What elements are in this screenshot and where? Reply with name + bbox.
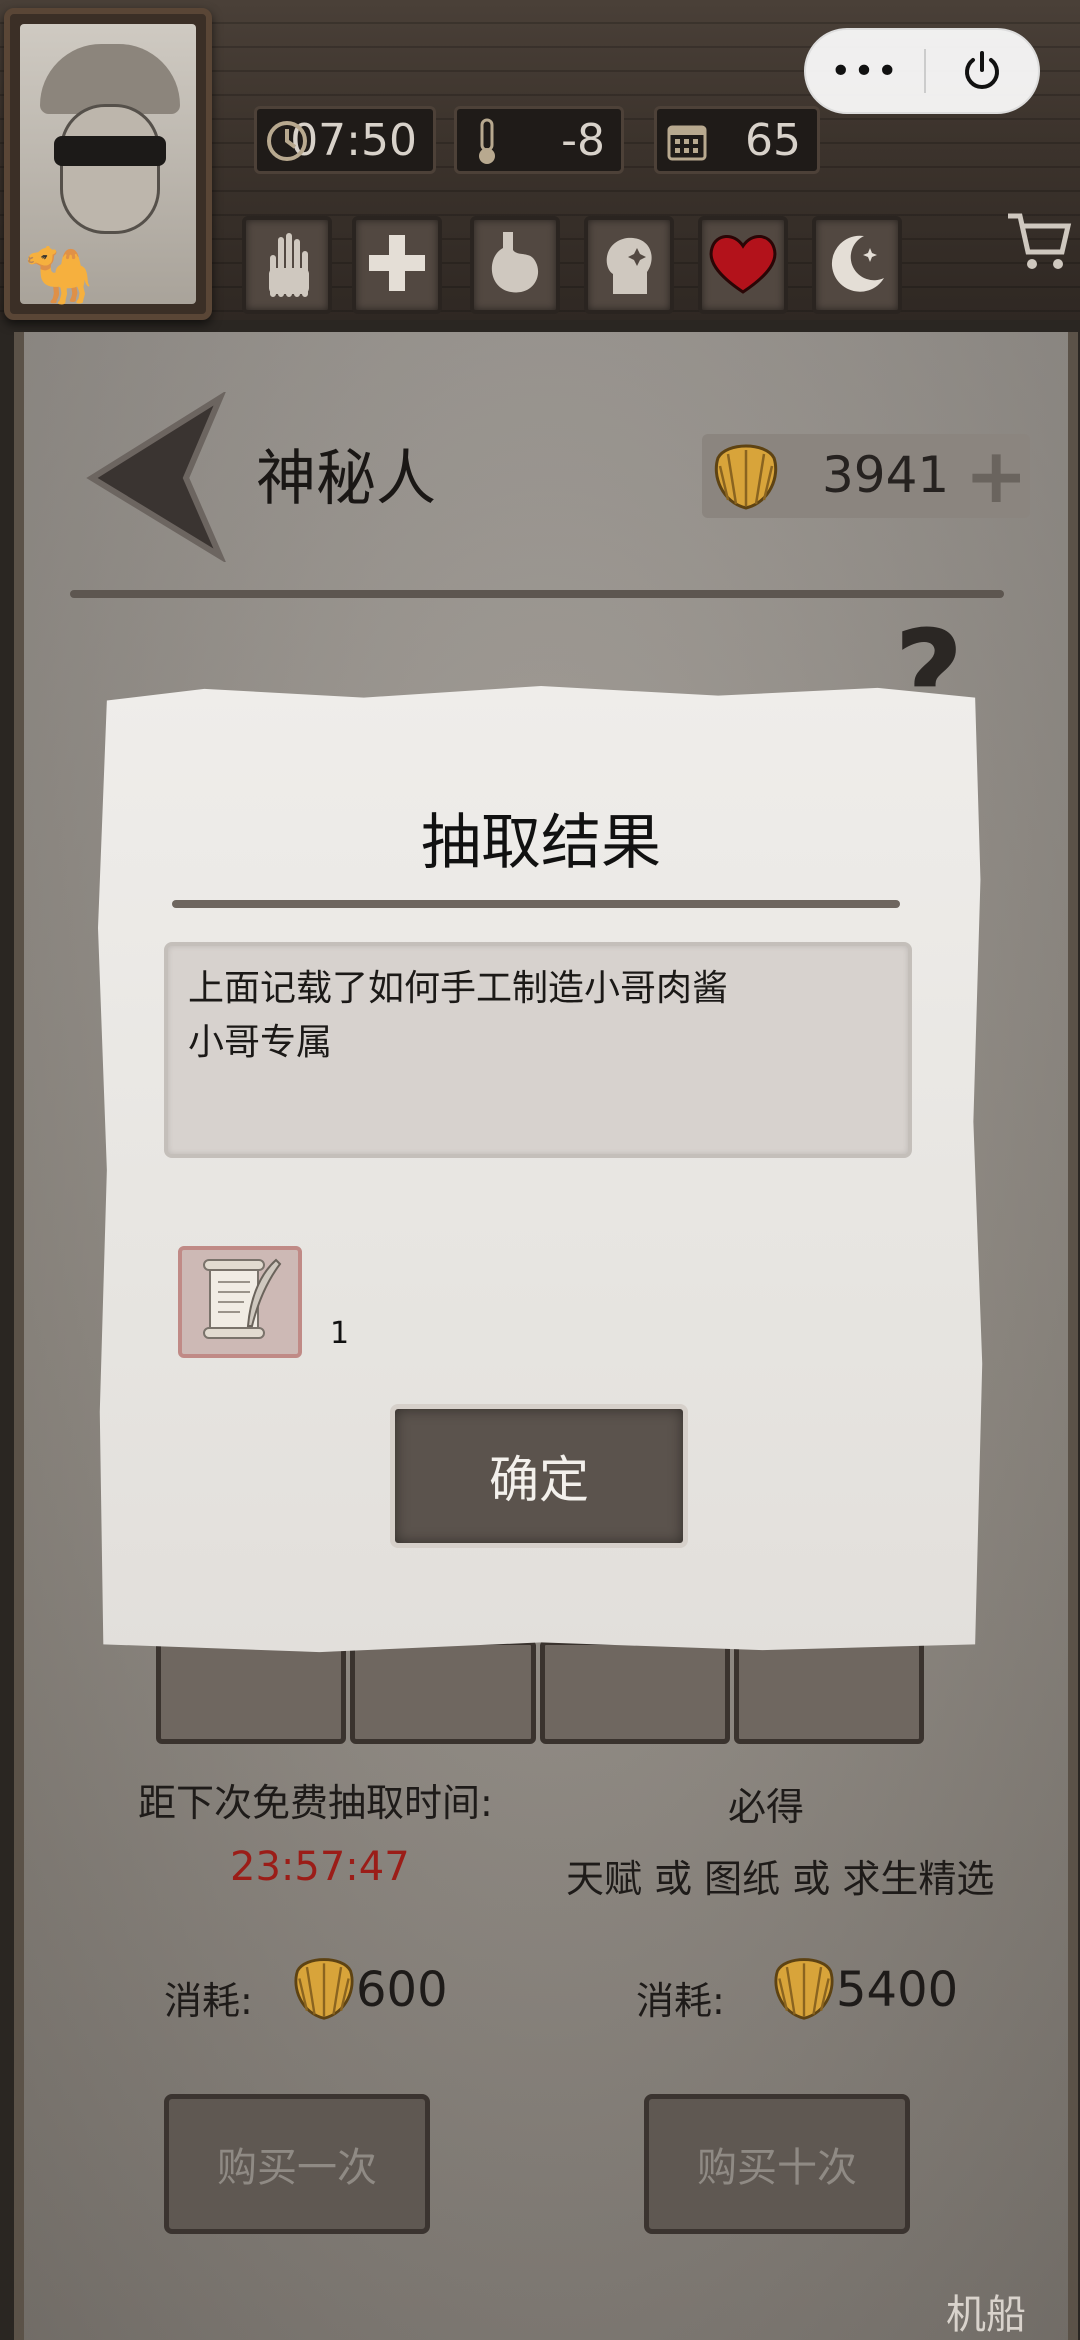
- ten-cost-value: 5400: [836, 1962, 959, 2018]
- reward-slot: [350, 1640, 536, 1744]
- result-description: 上面记载了如何手工制造小哥肉酱 小哥专属: [164, 942, 912, 1158]
- single-cost-value: 600: [356, 1962, 448, 2018]
- ability-sleep[interactable]: [812, 216, 902, 314]
- ability-bandaged-hand[interactable]: [242, 216, 332, 314]
- more-dots-icon[interactable]: •••: [806, 51, 924, 92]
- result-item-slot[interactable]: [178, 1246, 302, 1358]
- clock-icon: [263, 117, 311, 165]
- temperature-value: -8: [561, 114, 605, 166]
- player-portrait[interactable]: 🐪: [4, 8, 212, 320]
- clock-stat: 07:50: [254, 106, 436, 174]
- free-draw-timer: 23:57:47: [230, 1844, 410, 1890]
- calendar-icon: [663, 117, 711, 165]
- ability-mind[interactable]: [584, 216, 674, 314]
- bandaged-hand-icon: [257, 228, 317, 302]
- reward-slot: [156, 1640, 346, 1744]
- shop-cart-icon[interactable]: [1004, 206, 1074, 280]
- mini-program-capsule: •••: [804, 28, 1040, 114]
- free-draw-label: 距下次免费抽取时间:: [138, 1781, 493, 1825]
- dialog-title: 抽取结果: [421, 808, 661, 878]
- temperature-stat: -8: [454, 106, 624, 174]
- thermometer-icon: [463, 117, 511, 165]
- guarantee-label: 必得: [728, 1785, 805, 1829]
- shell-icon: [288, 1950, 360, 2028]
- head-sparkle-icon: [597, 228, 661, 302]
- stomach-icon: [483, 228, 547, 302]
- heart-icon: [706, 230, 780, 300]
- medical-cross-icon: [365, 231, 429, 299]
- single-cost-label: 消耗:: [164, 1979, 253, 2023]
- bottom-partial-text: 机船: [946, 2292, 1026, 2338]
- add-currency-icon[interactable]: +: [964, 438, 1028, 514]
- reward-slot: [540, 1640, 730, 1744]
- shell-currency: 3941 +: [702, 434, 1030, 518]
- back-arrow-icon[interactable]: [86, 390, 230, 564]
- ability-medical[interactable]: [352, 216, 442, 314]
- ability-stomach[interactable]: [470, 216, 560, 314]
- dialog-divider: [172, 900, 900, 908]
- confirm-button[interactable]: 确定: [390, 1404, 688, 1548]
- item-count: 1: [330, 1316, 350, 1351]
- camel-icon: 🐪: [24, 243, 94, 308]
- ten-cost-label: 消耗:: [636, 1979, 725, 2023]
- day-stat: 65: [654, 106, 820, 174]
- shell-icon: [708, 436, 784, 518]
- scroll-quill-icon: [192, 1252, 288, 1352]
- ability-health[interactable]: [698, 216, 788, 314]
- draw-result-dialog: 抽取结果 上面记载了如何手工制造小哥肉酱 小哥专属 1 确定: [98, 686, 983, 1653]
- description-line: 上面记载了如何手工制造小哥肉酱: [188, 968, 729, 1009]
- description-line: 小哥专属: [188, 1022, 333, 1063]
- shell-icon: [768, 1950, 840, 2028]
- day-value: 65: [745, 114, 801, 166]
- moon-star-icon: [824, 230, 890, 300]
- header-divider: [70, 590, 1004, 598]
- reward-slot: [734, 1640, 924, 1744]
- buy-ten-button[interactable]: 购买十次: [644, 2094, 910, 2234]
- buy-once-button[interactable]: 购买一次: [164, 2094, 430, 2234]
- page-title: 神秘人: [256, 444, 436, 514]
- currency-amount: 3941: [822, 446, 950, 504]
- guarantee-pool: 天赋 或 图纸 或 求生精选: [566, 1857, 995, 1901]
- power-icon[interactable]: [926, 48, 1038, 94]
